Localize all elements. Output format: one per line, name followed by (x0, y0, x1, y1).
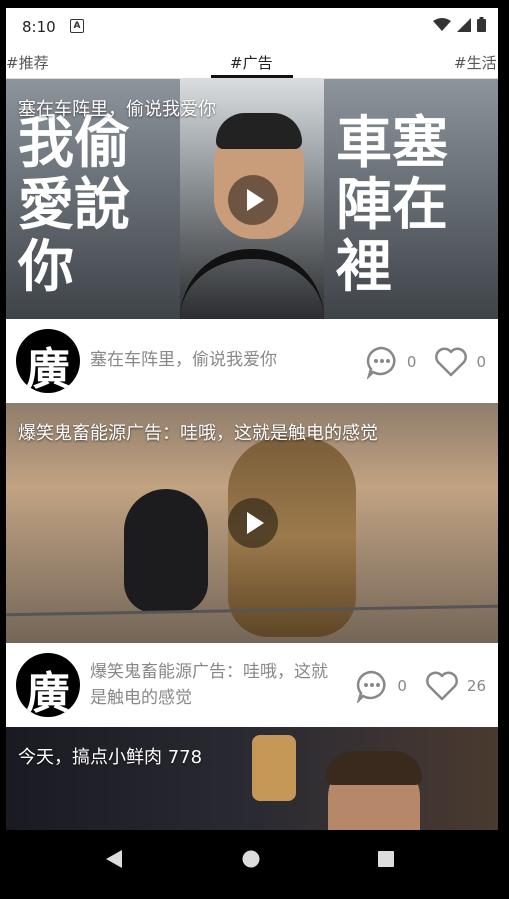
video-title[interactable]: 爆笑鬼畜能源广告：哇哦，这就是触电的感觉 (90, 659, 344, 711)
comment-count: 0 (406, 353, 417, 371)
play-button[interactable] (228, 498, 278, 548)
video-title[interactable]: 塞在车阵里，偷说我爱你 (90, 347, 300, 373)
like-count: 0 (476, 353, 486, 371)
heart-icon[interactable] (434, 346, 468, 378)
tab-recommend[interactable]: #推荐 (6, 52, 49, 73)
card-actions: 0 0 (365, 345, 486, 379)
heart-icon[interactable] (425, 670, 459, 702)
status-time: 8:10 (22, 18, 56, 36)
category-tabs: #推荐 #广告 #生活 (6, 46, 498, 79)
like-count: 26 (466, 677, 486, 695)
recents-icon[interactable] (378, 851, 394, 867)
video-card[interactable]: 我偷 愛說 你 車塞 陣在 裡 塞在车阵里，偷说我爱你 廣 塞在车阵里，偷说我爱… (6, 79, 498, 403)
avatar[interactable]: 廣 (16, 329, 80, 393)
video-title-overlay: 爆笑鬼畜能源广告：哇哦，这就是触电的感觉 (18, 423, 378, 444)
crow (124, 489, 208, 613)
lamp (252, 735, 296, 801)
status-icons (433, 17, 486, 32)
comment-icon[interactable] (355, 669, 389, 703)
video-title-overlay: 塞在车阵里，偷说我爱你 (18, 99, 216, 120)
avatar[interactable]: 廣 (16, 653, 80, 717)
play-button[interactable] (228, 175, 278, 225)
avatar-glyph: 廣 (26, 344, 70, 393)
battery-icon (477, 17, 486, 32)
status-bar: 8:10 A (6, 8, 498, 46)
tab-life[interactable]: #生活 (454, 52, 497, 73)
left-slogan: 我偷 愛說 你 (18, 111, 130, 300)
driver-hair (216, 113, 302, 149)
comment-count: 0 (397, 677, 407, 695)
signal-icon (457, 17, 471, 32)
wifi-icon (433, 17, 451, 31)
back-icon[interactable] (104, 849, 124, 869)
video-title-overlay: 今天，搞点小鲜肉 778 (18, 747, 203, 768)
card-actions: 0 26 (355, 669, 486, 703)
system-navigation-bar (0, 830, 509, 899)
video-thumbnail[interactable]: 我偷 愛說 你 車塞 陣在 裡 塞在车阵里，偷说我爱你 (6, 79, 498, 319)
video-thumbnail[interactable]: 爆笑鬼畜能源广告：哇哦，这就是触电的感觉 (6, 403, 498, 643)
video-card[interactable]: 今天，搞点小鲜肉 778 (6, 727, 498, 830)
home-icon[interactable] (242, 850, 260, 868)
card-meta: 廣 爆笑鬼畜能源广告：哇哦，这就是触电的感觉 0 26 (6, 643, 498, 727)
avatar-glyph: 廣 (26, 668, 70, 717)
comment-icon[interactable] (365, 345, 399, 379)
card-meta: 廣 塞在车阵里，偷说我爱你 0 0 (6, 319, 498, 403)
notification-icon: A (70, 19, 84, 33)
person-hair (326, 751, 422, 785)
video-card[interactable]: 爆笑鬼畜能源广告：哇哦，这就是触电的感觉 廣 爆笑鬼畜能源广告：哇哦，这就是触电… (6, 403, 498, 727)
right-slogan: 車塞 陣在 裡 (336, 111, 448, 300)
video-thumbnail[interactable]: 今天，搞点小鲜肉 778 (6, 727, 498, 830)
tab-ads[interactable]: #广告 (230, 52, 273, 73)
app-screen: 8:10 A #推荐 #广告 #生活 我偷 愛說 你 車塞 陣在 裡 塞在车阵里… (6, 8, 498, 830)
active-tab-indicator (211, 75, 293, 78)
